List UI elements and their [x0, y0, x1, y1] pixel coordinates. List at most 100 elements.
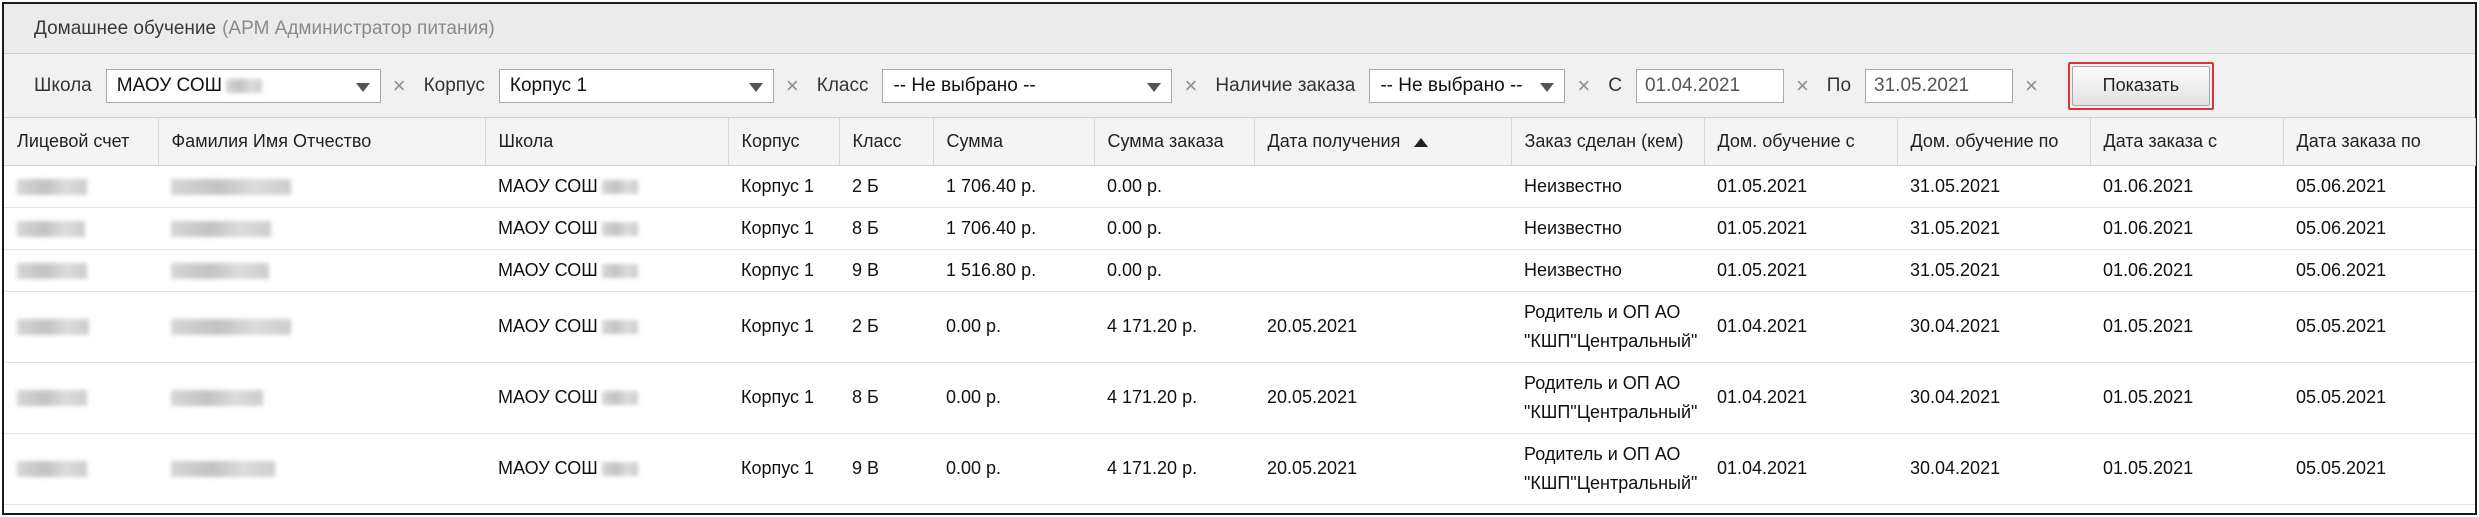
school-label: Школа [34, 74, 92, 96]
column-header[interactable]: Корпус [728, 118, 840, 166]
order-to-cell: 05.06.2021 [2283, 249, 2475, 292]
date-from-clear-icon[interactable]: × [1796, 74, 1809, 97]
panel-subtitle: (АРМ Администратор питания) [222, 17, 495, 39]
account-cell [4, 433, 158, 505]
name-cell [158, 433, 485, 505]
account-cell [4, 165, 158, 208]
date-to-input[interactable]: 31.05.2021 [1865, 68, 2014, 103]
name-cell [158, 165, 485, 208]
redacted-account [17, 390, 87, 407]
ordered-by-cell: Неизвестно [1511, 165, 1704, 208]
order-sum-cell: 4 171.20 р. [1094, 433, 1254, 505]
ordered-by-cell: Родитель и ОП АО "КШП"Центральный" [1511, 291, 1704, 363]
received-date-cell: 20.05.2021 [1254, 291, 1511, 363]
order-from-cell: 01.05.2021 [2090, 291, 2283, 363]
home-learning-panel: Домашнее обучение (АРМ Администратор пит… [2, 2, 2477, 515]
column-header[interactable]: Дата заказа с [2090, 118, 2284, 166]
table-row[interactable]: МАОУ СОШ Корпус 19 В 0.00 р. 4 171.20 р. 20.… [4, 433, 2475, 505]
home-learning-from-cell: 01.04.2021 [1704, 291, 1897, 363]
school-name: МАОУ СОШ [498, 175, 598, 196]
redacted-school-number [601, 263, 638, 278]
order-presence-select-value: -- Не выбрано -- [1380, 74, 1523, 96]
date-from-value: 01.04.2021 [1644, 74, 1741, 96]
class-cell: 9 В [839, 433, 933, 505]
order-presence-select[interactable]: -- Не выбрано -- [1369, 68, 1566, 103]
order-sum-cell: 0.00 р. [1094, 165, 1254, 208]
received-date-cell: 20.05.2021 [1254, 433, 1511, 505]
order-from-cell: 01.05.2021 [2090, 433, 2283, 505]
chevron-down-icon [748, 82, 763, 92]
sum-cell: 1 706.40 р. [933, 165, 1094, 208]
name-cell [158, 291, 485, 363]
table-row[interactable]: МАОУ СОШ Корпус 18 Б 0.00 р. 4 171.20 р. 20.… [4, 362, 2475, 434]
redacted-name [171, 262, 269, 279]
redacted-name [171, 390, 263, 407]
table-row[interactable]: МАОУ СОШ Корпус 18 Б1 706.40 р. 0.00 р. Неи… [4, 207, 2475, 250]
building-clear-icon[interactable]: × [786, 74, 799, 97]
redacted-account [17, 262, 87, 279]
chevron-down-icon [1147, 82, 1162, 92]
column-header-label: Дата получения [1267, 130, 1401, 151]
building-select-value: Корпус 1 [509, 74, 588, 96]
building-select[interactable]: Корпус 1 [498, 68, 774, 103]
school-clear-icon[interactable]: × [393, 74, 406, 97]
table-row[interactable]: МАОУ СОШ Корпус 12 Б 0.00 р. 4 171.20 р. 20.… [4, 291, 2475, 363]
school-cell: МАОУ СОШ [485, 249, 728, 292]
building-cell: Корпус 1 [728, 165, 839, 208]
class-clear-icon[interactable]: × [1184, 74, 1197, 97]
home-learning-to-cell: 31.05.2021 [1897, 165, 2090, 208]
building-cell: Корпус 1 [728, 291, 839, 363]
table-row[interactable]: МАОУ СОШ Корпус 19 В1 516.80 р. 0.00 р. Неи… [4, 249, 2475, 292]
order-from-cell: 01.05.2021 [2090, 362, 2283, 434]
column-header[interactable]: Дом. обучение с [1704, 118, 1898, 166]
column-header[interactable]: Лицевой счет [4, 118, 159, 166]
order-presence-clear-icon[interactable]: × [1577, 74, 1590, 97]
column-header-sorted[interactable]: Дата получения [1254, 118, 1512, 166]
home-learning-to-cell: 31.05.2021 [1897, 249, 2090, 292]
home-learning-from-cell: 01.05.2021 [1704, 207, 1897, 250]
column-header[interactable]: Сумма заказа [1094, 118, 1255, 166]
redacted-school-number [601, 391, 638, 406]
panel-title: Домашнее обучение [34, 17, 217, 39]
redacted-school-number [226, 78, 263, 93]
redacted-school-number [601, 320, 638, 335]
home-learning-from-cell: 01.05.2021 [1704, 249, 1897, 292]
show-button-highlight: Показать [2067, 61, 2214, 110]
class-cell: 2 Б [839, 165, 933, 208]
redacted-school-number [601, 179, 638, 194]
redacted-name [171, 220, 271, 237]
class-select-value: -- Не выбрано -- [893, 74, 1036, 96]
home-learning-from-cell: 01.05.2021 [1704, 165, 1897, 208]
ordered-by-cell: Неизвестно [1511, 249, 1704, 292]
table-header-row: Лицевой счет Фамилия Имя Отчество Школа … [4, 118, 2476, 166]
sort-ascending-icon [1414, 137, 1429, 147]
panel-header: Домашнее обучение (АРМ Администратор пит… [4, 4, 2475, 54]
date-from-input[interactable]: 01.04.2021 [1635, 68, 1784, 103]
class-select[interactable]: -- Не выбрано -- [882, 68, 1173, 103]
order-from-cell: 01.06.2021 [2090, 249, 2283, 292]
ordered-by-cell: Родитель и ОП АО "КШП"Центральный" [1511, 433, 1704, 505]
table-row[interactable]: МАОУ СОШ Корпус 12 Б1 706.40 р. 0.00 р. Неи… [4, 165, 2475, 208]
column-header[interactable]: Класс [839, 118, 934, 166]
sum-cell: 0.00 р. [933, 291, 1094, 363]
show-button[interactable]: Показать [2071, 65, 2210, 106]
school-cell: МАОУ СОШ [485, 362, 728, 434]
order-sum-cell: 4 171.20 р. [1094, 291, 1254, 363]
column-header[interactable]: Дом. обучение по [1897, 118, 2091, 166]
order-to-cell: 05.06.2021 [2283, 165, 2475, 208]
redacted-account [17, 220, 85, 237]
column-header[interactable]: Школа [485, 118, 729, 166]
received-date-cell [1254, 207, 1511, 250]
column-header[interactable]: Дата заказа по [2283, 118, 2476, 166]
name-cell [158, 362, 485, 434]
home-learning-to-cell: 31.05.2021 [1897, 207, 2090, 250]
home-learning-to-cell: 30.04.2021 [1897, 433, 2090, 505]
date-to-clear-icon[interactable]: × [2025, 74, 2038, 97]
column-header[interactable]: Заказ сделан (кем) [1511, 118, 1705, 166]
school-select[interactable]: МАОУ СОШ [105, 68, 381, 103]
name-cell [158, 249, 485, 292]
column-header[interactable]: Сумма [933, 118, 1095, 166]
column-header[interactable]: Фамилия Имя Отчество [158, 118, 486, 166]
ordered-by-cell: Неизвестно [1511, 207, 1704, 250]
redacted-name [171, 461, 275, 478]
